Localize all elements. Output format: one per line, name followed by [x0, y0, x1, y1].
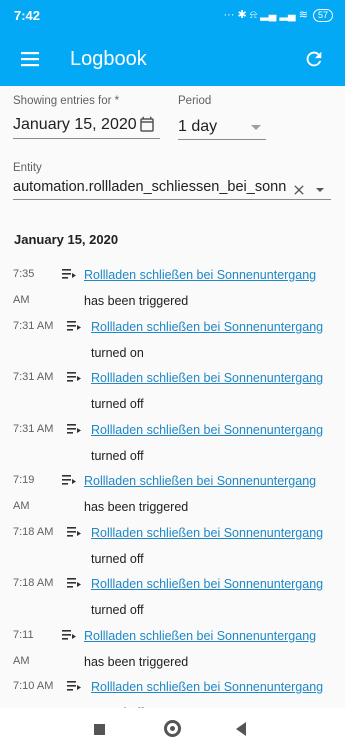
entity-field-underline [13, 199, 331, 200]
entity-field-label: Entity [13, 162, 42, 174]
entry-time: 7:19 [13, 474, 35, 486]
entry-time: 7:10 AM [13, 680, 54, 692]
list-icon [62, 269, 76, 279]
entry-entity-link[interactable]: Rollladen schließen bei Sonnenuntergang [91, 526, 323, 540]
entry-time: 7:11 [13, 628, 34, 641]
logbook-date-heading: January 15, 2020 [14, 232, 119, 247]
refresh-icon[interactable] [303, 48, 325, 70]
entry-entity-link[interactable]: Rollladen schließen bei Sonnenuntergang [84, 474, 316, 488]
date-field-underline [13, 138, 160, 139]
status-time: 7:42 [14, 8, 41, 23]
entry-message: has been triggered [84, 654, 189, 669]
back-icon[interactable] [236, 722, 246, 736]
entry-message: turned off [91, 397, 144, 411]
entry-time-ampm: AM [13, 294, 30, 306]
period-field-underline [178, 139, 266, 140]
entry-entity-link[interactable]: Rollladen schließen bei Sonnenuntergang [91, 423, 323, 437]
list-icon [62, 629, 76, 640]
date-field-label: Showing entries for * [13, 95, 120, 107]
entry-message: has been triggered [84, 294, 189, 308]
entity-input[interactable]: automation.rollladen_schliessen_bei_sonn [13, 179, 289, 195]
entry-entity-link[interactable]: Rollladen schließen bei Sonnenuntergang [91, 371, 323, 385]
entry-message: turned off [91, 448, 144, 463]
date-field[interactable]: January 15, 2020 [13, 116, 137, 134]
entry-message: turned off [91, 551, 144, 566]
menu-icon[interactable] [20, 49, 40, 69]
home-icon[interactable] [164, 720, 181, 737]
entry-entity-link[interactable]: Rollladen schließen bei Sonnenuntergang [91, 577, 323, 591]
entry-entity-link[interactable]: Rollladen schließen bei Sonnenuntergang [84, 629, 316, 643]
status-indicator-icons: ··· ✱ ⍾ ▂▄ ▂▄ ≋ [223, 9, 308, 21]
battery-icon: 57 [312, 8, 333, 22]
clear-icon[interactable] [291, 182, 307, 198]
list-icon [67, 320, 81, 331]
list-icon [67, 423, 81, 434]
entry-entity-link[interactable]: Rollladen schließen bei Sonnenuntergang [84, 268, 316, 282]
entry-time: 7:31 AM [13, 371, 54, 383]
entry-time: 7:35 [13, 268, 35, 280]
page-title: Logbook [70, 48, 147, 70]
period-field-label: Period [178, 95, 212, 107]
recent-apps-icon[interactable] [94, 724, 105, 735]
entry-time: 7:31 AM [13, 319, 54, 332]
entry-time-ampm: AM [13, 654, 30, 667]
entry-time: 7:31 AM [13, 422, 54, 435]
entry-entity-link[interactable]: Rollladen schließen bei Sonnenuntergang [91, 680, 323, 694]
status-bar: 7:42 ··· ✱ ⍾ ▂▄ ▂▄ ≋ 57 [0, 0, 345, 32]
list-icon [67, 372, 81, 382]
list-icon [67, 526, 81, 537]
entry-message: turned off [91, 603, 144, 617]
status-icons: ··· ✱ ⍾ ▂▄ ▂▄ ≋ 57 [223, 8, 333, 22]
list-icon [62, 475, 76, 485]
entry-time: 7:18 AM [13, 577, 54, 589]
calendar-icon[interactable] [138, 116, 156, 134]
period-select[interactable]: 1 day [178, 118, 217, 136]
period-dropdown-arrow-icon[interactable] [251, 125, 261, 130]
list-icon [67, 578, 81, 588]
entry-time-ampm: AM [13, 500, 30, 512]
entity-dropdown-arrow-icon[interactable] [316, 188, 324, 192]
entry-time: 7:18 AM [13, 525, 54, 538]
entry-message: turned on [91, 345, 144, 360]
list-icon [67, 681, 81, 691]
app-bar: Logbook [0, 32, 345, 86]
entry-entity-link[interactable]: Rollladen schließen bei Sonnenuntergang [91, 320, 323, 334]
entry-message: has been triggered [84, 500, 189, 514]
navigation-bar [0, 708, 345, 750]
